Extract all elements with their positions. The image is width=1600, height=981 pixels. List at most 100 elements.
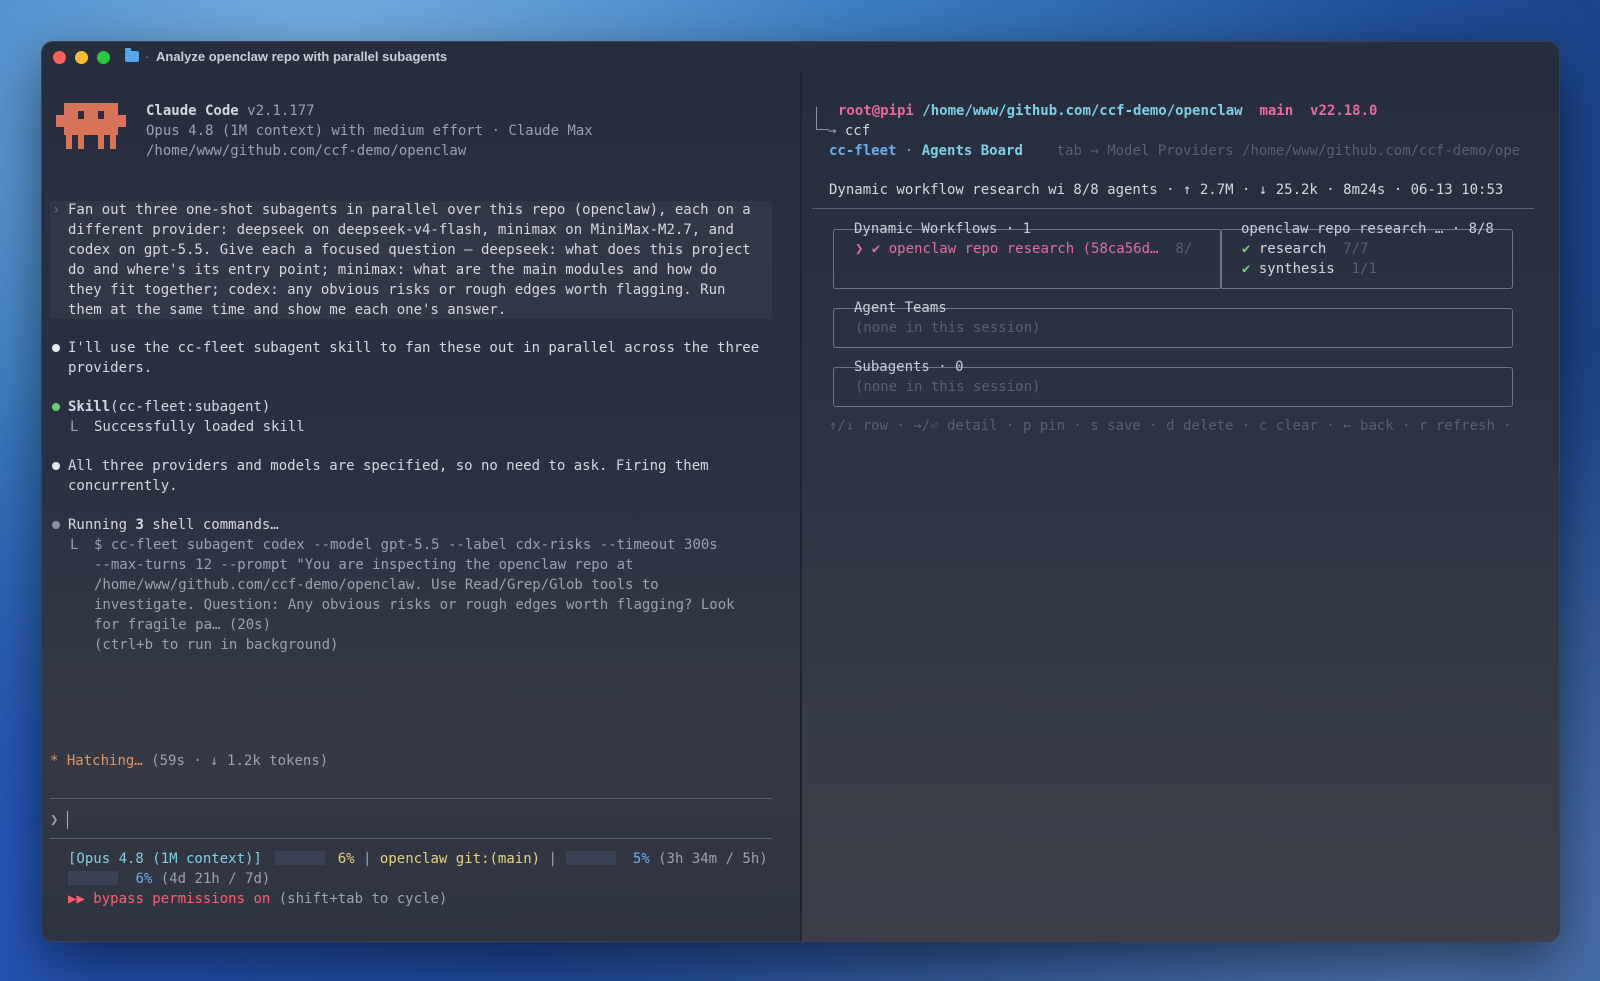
status-line-1: [Opus 4.8 (1M context)] 6% | openclaw gi… <box>68 851 768 867</box>
workflow-item-label: openclaw repo research (58ca56d… <box>888 241 1159 257</box>
context-percent: 6% <box>337 851 355 867</box>
session-percent: 5% <box>632 851 650 867</box>
skill-name: Skill <box>68 399 111 415</box>
working-directory: /home/www/github.com/ccf-demo/openclaw <box>146 143 467 159</box>
user-host: root@pipi <box>838 103 914 119</box>
input-caret-icon: ❯ <box>50 812 59 828</box>
claude-mascot-icon <box>56 103 126 155</box>
tree-branch-icon: L <box>70 419 79 435</box>
permissions-mode: ▶▶ bypass permissions on (shift+tab to c… <box>68 889 447 909</box>
prompt-line: they fit together; codex: any obvious ri… <box>68 282 726 298</box>
skill-arg: (cc-fleet:subagent) <box>110 399 271 415</box>
workflow-item-count: 8/ <box>1175 241 1193 257</box>
prompt-marker: › <box>52 202 61 218</box>
subagents-label: Subagents · 0 <box>854 359 964 375</box>
assistant-message-line: All three providers and models are speci… <box>68 458 709 474</box>
assistant-message-line: I'll use the cc-fleet subagent skill to … <box>68 340 760 356</box>
check-icon: ✔ <box>1242 241 1251 257</box>
tree-branch-icon: L <box>70 537 79 553</box>
workflow-item[interactable]: ❯ ✔ openclaw repo research (58ca56d… 8/ <box>855 239 1192 259</box>
terminal-window: · Analyze openclaw repo with parallel su… <box>41 41 1560 942</box>
subagents-empty: (none in this session) <box>855 379 1041 395</box>
assistant-message-line: providers. <box>68 360 153 376</box>
command-arrow-icon: → <box>828 123 837 139</box>
session-time: (3h 34m / 5h) <box>658 851 768 867</box>
step-row: ✔ synthesis 1/1 <box>1242 259 1377 279</box>
window-title: Analyze openclaw repo with parallel suba… <box>156 49 448 64</box>
status-line-2: 6% (4d 21h / 7d) <box>68 869 270 889</box>
spinner-stats: (59s · ↓ 1.2k tokens) <box>151 753 329 769</box>
check-icon: ✔ <box>1242 261 1251 277</box>
stats-line: Dynamic workflow research wi 8/8 agents … <box>829 182 1504 198</box>
prompt-line: do and where's its entry point; minimax:… <box>68 262 718 278</box>
status-repo: openclaw <box>379 851 448 867</box>
success-bullet-icon <box>52 403 60 411</box>
status-git-branch: git:(main) <box>455 851 541 867</box>
stats-rule <box>812 208 1534 209</box>
keybindings-hint: ↑/↓ row · →/⏎ detail · p pin · s save · … <box>829 418 1512 434</box>
input-top-rule <box>50 798 772 799</box>
command-line: --max-turns 12 --prompt "You are inspect… <box>94 557 634 573</box>
running-status: Running 3 shell commands… <box>68 517 279 533</box>
selected-check-icon: ❯ ✔ <box>855 241 881 257</box>
folder-icon <box>125 48 139 62</box>
message-bullet-icon <box>52 344 60 352</box>
tab-agents-board[interactable]: Agents Board <box>922 143 1023 159</box>
assistant-message-line: concurrently. <box>68 478 178 494</box>
skill-result: Successfully loaded skill <box>94 419 305 435</box>
command-line: investigate. Question: Any obvious risks… <box>94 597 735 613</box>
step-name: synthesis <box>1258 261 1335 277</box>
board-header: cc-fleet · Agents Board tab → Model Prov… <box>829 143 1521 159</box>
agent-teams-empty: (none in this session) <box>855 320 1041 336</box>
app-header: Claude Code v2.1.177 <box>146 101 315 121</box>
tab-hint-model-providers[interactable]: tab → Model Providers /home/www/github.c… <box>1057 143 1521 159</box>
minimize-button[interactable] <box>75 51 88 64</box>
command-line: for fragile pa… (20s) <box>94 617 272 633</box>
spinner-status: * Hatching… (59s · ↓ 1.2k tokens) <box>50 751 328 771</box>
cc-fleet-pane[interactable]: root@pipi /home/www/github.com/ccf-demo/… <box>802 72 1559 941</box>
workflow-detail-label: openclaw repo research … · 8/8 <box>1241 221 1494 237</box>
input-bottom-rule <box>50 838 772 839</box>
zoom-button[interactable] <box>97 51 110 64</box>
app-version: v2.1.177 <box>247 103 315 119</box>
background-hint: (ctrl+b to run in background) <box>94 637 339 653</box>
weekly-time: (4d 21h / 7d) <box>160 871 271 887</box>
step-count: 1/1 <box>1351 261 1377 277</box>
message-input[interactable] <box>62 806 762 834</box>
prompt-line: them at the same time and show me each o… <box>68 302 507 318</box>
status-model: [Opus 4.8 (1M context)] <box>68 851 262 867</box>
spinner-icon: * <box>50 753 59 769</box>
dynamic-workflows-label: Dynamic Workflows · 1 <box>854 221 1032 237</box>
claude-code-pane[interactable]: Claude Code v2.1.177 Opus 4.8 (1M contex… <box>42 72 800 941</box>
brand-name: cc-fleet <box>829 143 897 159</box>
prompt-line: Fan out three one-shot subagents in para… <box>68 202 751 218</box>
title-bar: · Analyze openclaw repo with parallel su… <box>42 42 1559 72</box>
command-count: 3 <box>135 517 144 533</box>
skill-call: Skill(cc-fleet:subagent) <box>68 397 270 417</box>
node-version: v22.18.0 <box>1310 103 1378 119</box>
app-name: Claude Code <box>146 103 239 119</box>
prompt-line: codex on gpt-5.5. Give each a focused qu… <box>68 242 751 258</box>
step-row: ✔ research 7/7 <box>1242 239 1368 259</box>
command-text: ccf <box>844 123 871 139</box>
bypass-hint: (shift+tab to cycle) <box>278 891 448 907</box>
spinner-word: Hatching… <box>66 753 143 769</box>
bypass-arrows-icon: ▶▶ <box>68 891 85 907</box>
running-bullet-icon <box>52 521 60 529</box>
title-separator: · <box>145 49 150 64</box>
prompt-line: different provider: deepseek on deepseek… <box>68 222 734 238</box>
bypass-text: bypass permissions on <box>93 891 271 907</box>
shell-command: → ccf <box>828 121 870 141</box>
step-name: research <box>1258 241 1327 257</box>
weekly-percent: 6% <box>135 871 153 887</box>
step-count: 7/7 <box>1343 241 1369 257</box>
git-branch: main <box>1259 103 1294 119</box>
command-line: /home/www/github.com/ccf-demo/openclaw. … <box>94 577 659 593</box>
agent-teams-label: Agent Teams <box>854 300 947 316</box>
shell-path: /home/www/github.com/ccf-demo/openclaw <box>922 103 1243 119</box>
shell-prompt: root@pipi /home/www/github.com/ccf-demo/… <box>838 101 1377 121</box>
command-line: $ cc-fleet subagent codex --model gpt-5.… <box>94 537 718 553</box>
close-button[interactable] <box>53 51 66 64</box>
message-bullet-icon <box>52 462 60 470</box>
model-info: Opus 4.8 (1M context) with medium effort… <box>146 123 593 139</box>
